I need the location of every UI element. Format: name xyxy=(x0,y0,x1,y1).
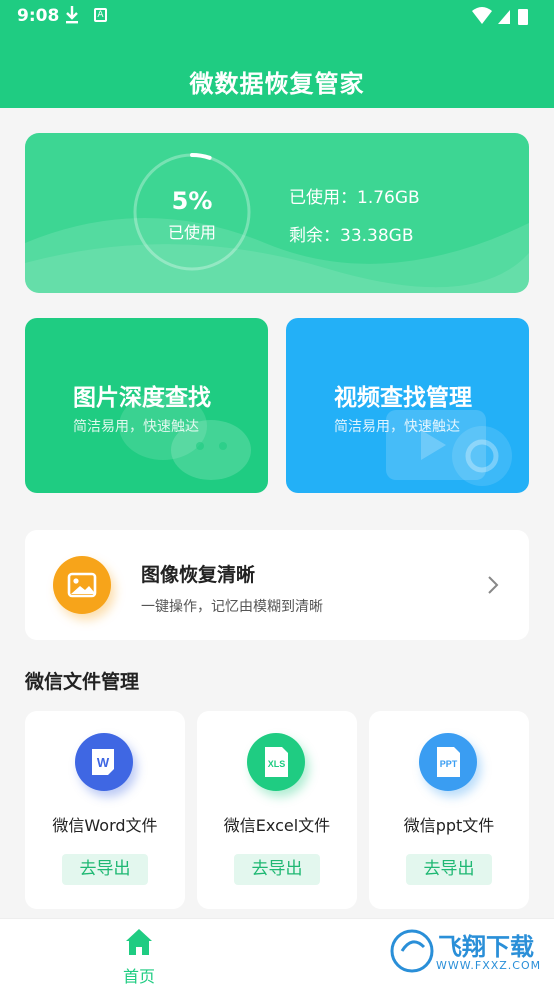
bottom-nav: 首页 飞翔下载 WWW.FXXZ.COM xyxy=(0,918,554,984)
nav-home-tab[interactable]: 首页 xyxy=(113,925,165,984)
watermark-url: WWW.FXXZ.COM xyxy=(436,959,542,972)
video-manage-card[interactable]: 视频查找管理 简洁易用，快速触达 xyxy=(286,318,529,493)
word-file-icon: W xyxy=(75,733,133,791)
ppt-file-label: 微信ppt文件 xyxy=(403,816,495,835)
photo-search-card[interactable]: 图片深度查找 简洁易用，快速触达 xyxy=(25,318,268,493)
ppt-export-button[interactable]: 去导出 xyxy=(406,854,492,885)
remaining-storage-text: 剩余：33.38GB xyxy=(289,226,414,246)
video-manage-subtitle: 简洁易用，快速触达 xyxy=(334,419,460,435)
image-icon xyxy=(53,556,111,614)
header-bar: 9:08 A 微数据恢复管家 xyxy=(0,0,554,108)
watermark-text: 飞翔下载 xyxy=(438,933,534,961)
chevron-right-icon xyxy=(488,576,499,594)
word-icon-text: W xyxy=(97,755,110,770)
wechat-section-title: 微信文件管理 xyxy=(25,671,140,693)
photo-search-title: 图片深度查找 xyxy=(73,385,211,411)
watermark-logo: 飞翔下载 WWW.FXXZ.COM xyxy=(388,925,546,979)
status-time: 9:08 xyxy=(17,6,60,26)
home-icon xyxy=(126,929,152,955)
ppt-file-icon: PPT xyxy=(419,733,477,791)
excel-file-card[interactable]: XLS 微信Excel文件 去导出 xyxy=(197,711,357,909)
usage-label: 已使用 xyxy=(167,223,216,242)
wave-decoration xyxy=(25,218,529,293)
signal-battery-icon xyxy=(472,7,528,25)
ppt-icon-text: PPT xyxy=(440,759,458,769)
video-manage-title: 视频查找管理 xyxy=(334,385,472,411)
storage-card: 5% 已使用 已使用：1.76GB 剩余：33.38GB xyxy=(25,133,529,293)
excel-file-icon: XLS xyxy=(247,733,305,791)
excel-export-button[interactable]: 去导出 xyxy=(234,854,320,885)
watermark-emblem-icon xyxy=(390,929,434,973)
word-export-button[interactable]: 去导出 xyxy=(62,854,148,885)
nav-home-label: 首页 xyxy=(122,967,155,984)
word-file-card[interactable]: W 微信Word文件 去导出 xyxy=(25,711,185,909)
restore-subtitle: 一键操作，记忆由模糊到清晰 xyxy=(141,599,323,615)
ppt-file-card[interactable]: PPT 微信ppt文件 去导出 xyxy=(369,711,529,909)
notification-a-icon: A xyxy=(94,8,107,22)
image-restore-card[interactable]: 图像恢复清晰 一键操作，记忆由模糊到清晰 xyxy=(25,530,529,640)
usage-percent: 5% xyxy=(171,187,213,215)
status-bar: 9:08 A xyxy=(0,0,554,32)
download-icon xyxy=(66,6,78,24)
word-file-label: 微信Word文件 xyxy=(52,816,158,835)
used-storage-text: 已使用：1.76GB xyxy=(289,188,420,208)
page-title: 微数据恢复管家 xyxy=(189,70,365,98)
restore-title: 图像恢复清晰 xyxy=(141,564,256,586)
excel-file-label: 微信Excel文件 xyxy=(223,816,331,835)
photo-search-subtitle: 简洁易用，快速触达 xyxy=(73,419,199,435)
excel-icon-text: XLS xyxy=(268,759,286,769)
